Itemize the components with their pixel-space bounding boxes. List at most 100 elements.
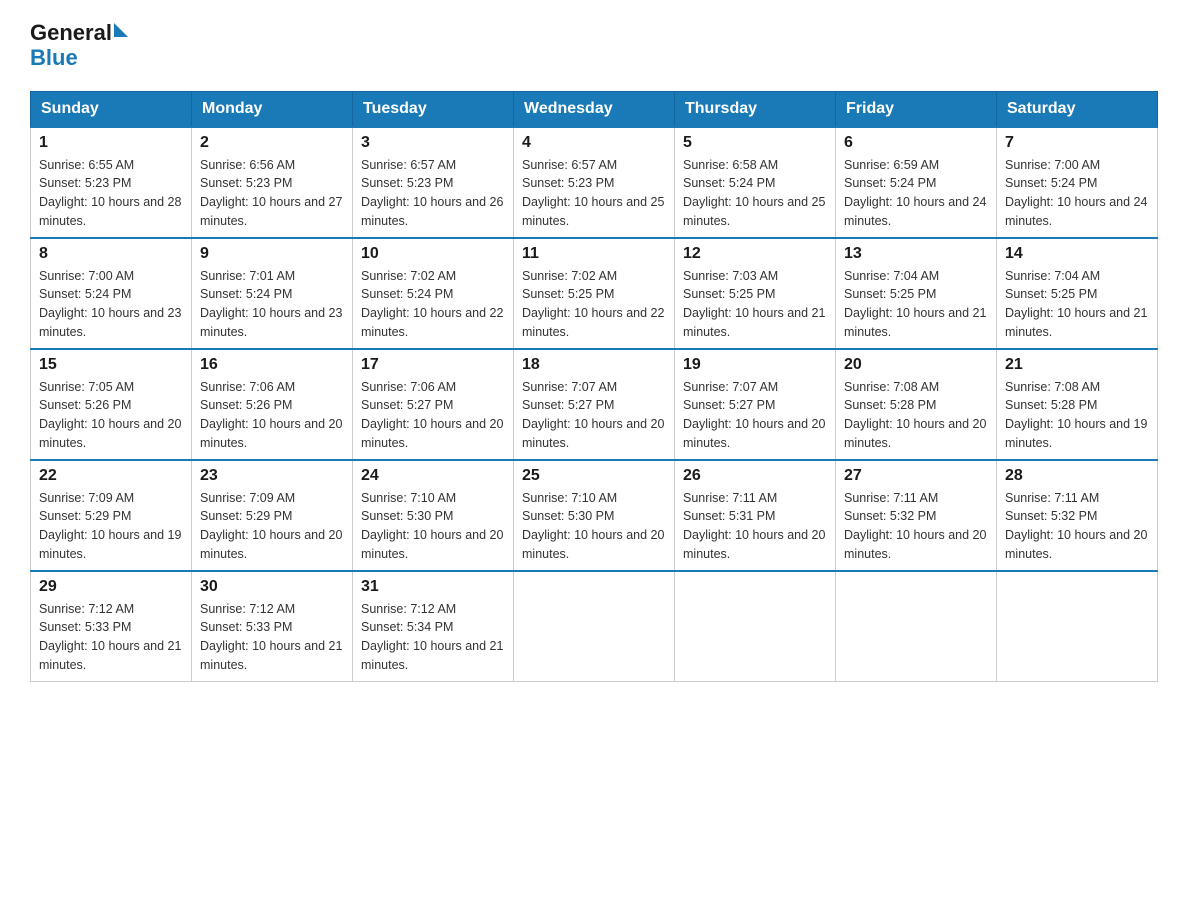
- col-header-tuesday: Tuesday: [353, 91, 514, 127]
- day-number: 8: [39, 245, 183, 263]
- day-info: Sunrise: 7:09 AMSunset: 5:29 PMDaylight:…: [39, 489, 183, 564]
- day-cell-24: 24Sunrise: 7:10 AMSunset: 5:30 PMDayligh…: [353, 460, 514, 571]
- day-number: 20: [844, 356, 988, 374]
- day-cell-4: 4 Sunrise: 6:57 AMSunset: 5:23 PMDaylight…: [514, 127, 675, 238]
- day-number: 13: [844, 245, 988, 263]
- day-info: Sunrise: 7:03 AMSunset: 5:25 PMDaylight:…: [683, 267, 827, 342]
- empty-cell: [514, 571, 675, 682]
- day-number: 31: [361, 578, 505, 596]
- day-info: Sunrise: 7:08 AMSunset: 5:28 PMDaylight:…: [844, 378, 988, 453]
- day-cell-13: 13 Sunrise: 7:04 AMSunset: 5:25 PMDayligh…: [836, 238, 997, 349]
- day-info: Sunrise: 7:06 AMSunset: 5:27 PMDaylight:…: [361, 378, 505, 453]
- day-number: 5: [683, 134, 827, 152]
- day-info: Sunrise: 6:56 AMSunset: 5:23 PMDaylight:…: [200, 156, 344, 231]
- day-number: 28: [1005, 467, 1149, 485]
- page-header: General Blue: [30, 20, 1158, 71]
- day-cell-29: 29 Sunrise: 7:12 AMSunset: 5:33 PMDayligh…: [31, 571, 192, 682]
- day-number: 1: [39, 134, 183, 152]
- day-number: 19: [683, 356, 827, 374]
- day-info: Sunrise: 7:05 AMSunset: 5:26 PMDaylight:…: [39, 378, 183, 453]
- day-info: Sunrise: 7:00 AMSunset: 5:24 PMDaylight:…: [1005, 156, 1149, 231]
- day-cell-22: 22 Sunrise: 7:09 AMSunset: 5:29 PMDayligh…: [31, 460, 192, 571]
- day-info: Sunrise: 7:07 AMSunset: 5:27 PMDaylight:…: [522, 378, 666, 453]
- day-info: Sunrise: 6:59 AMSunset: 5:24 PMDaylight:…: [844, 156, 988, 231]
- day-number: 11: [522, 245, 666, 263]
- day-number: 30: [200, 578, 344, 596]
- day-cell-8: 8 Sunrise: 7:00 AMSunset: 5:24 PMDaylight…: [31, 238, 192, 349]
- week-row-1: 1 Sunrise: 6:55 AMSunset: 5:23 PMDaylight…: [31, 127, 1158, 238]
- day-number: 4: [522, 134, 666, 152]
- day-number: 16: [200, 356, 344, 374]
- day-info: Sunrise: 6:57 AMSunset: 5:23 PMDaylight:…: [522, 156, 666, 231]
- day-info: Sunrise: 7:02 AMSunset: 5:25 PMDaylight:…: [522, 267, 666, 342]
- empty-cell: [997, 571, 1158, 682]
- week-row-4: 22 Sunrise: 7:09 AMSunset: 5:29 PMDayligh…: [31, 460, 1158, 571]
- col-header-monday: Monday: [192, 91, 353, 127]
- day-cell-7: 7 Sunrise: 7:00 AMSunset: 5:24 PMDaylight…: [997, 127, 1158, 238]
- logo-blue: Blue: [30, 45, 128, 70]
- day-info: Sunrise: 7:12 AMSunset: 5:33 PMDaylight:…: [200, 600, 344, 675]
- day-info: Sunrise: 7:02 AMSunset: 5:24 PMDaylight:…: [361, 267, 505, 342]
- day-number: 3: [361, 134, 505, 152]
- day-number: 27: [844, 467, 988, 485]
- day-number: 7: [1005, 134, 1149, 152]
- day-info: Sunrise: 7:04 AMSunset: 5:25 PMDaylight:…: [844, 267, 988, 342]
- day-number: 14: [1005, 245, 1149, 263]
- col-header-friday: Friday: [836, 91, 997, 127]
- day-cell-14: 14 Sunrise: 7:04 AMSunset: 5:25 PMDayligh…: [997, 238, 1158, 349]
- day-info: Sunrise: 7:09 AMSunset: 5:29 PMDaylight:…: [200, 489, 344, 564]
- day-cell-18: 18Sunrise: 7:07 AMSunset: 5:27 PMDayligh…: [514, 349, 675, 460]
- empty-cell: [836, 571, 997, 682]
- day-info: Sunrise: 7:11 AMSunset: 5:31 PMDaylight:…: [683, 489, 827, 564]
- day-info: Sunrise: 7:00 AMSunset: 5:24 PMDaylight:…: [39, 267, 183, 342]
- day-info: Sunrise: 7:12 AMSunset: 5:34 PMDaylight:…: [361, 600, 505, 675]
- day-cell-21: 21 Sunrise: 7:08 AMSunset: 5:28 PMDayligh…: [997, 349, 1158, 460]
- day-number: 22: [39, 467, 183, 485]
- day-info: Sunrise: 6:57 AMSunset: 5:23 PMDaylight:…: [361, 156, 505, 231]
- day-info: Sunrise: 7:06 AMSunset: 5:26 PMDaylight:…: [200, 378, 344, 453]
- week-row-3: 15 Sunrise: 7:05 AMSunset: 5:26 PMDayligh…: [31, 349, 1158, 460]
- day-number: 15: [39, 356, 183, 374]
- day-cell-9: 9 Sunrise: 7:01 AMSunset: 5:24 PMDaylight…: [192, 238, 353, 349]
- day-number: 17: [361, 356, 505, 374]
- day-number: 21: [1005, 356, 1149, 374]
- day-cell-11: 11 Sunrise: 7:02 AMSunset: 5:25 PMDayligh…: [514, 238, 675, 349]
- col-header-sunday: Sunday: [31, 91, 192, 127]
- calendar-table: SundayMondayTuesdayWednesdayThursdayFrid…: [30, 91, 1158, 682]
- day-number: 10: [361, 245, 505, 263]
- day-number: 24: [361, 467, 505, 485]
- day-number: 2: [200, 134, 344, 152]
- col-header-saturday: Saturday: [997, 91, 1158, 127]
- day-number: 23: [200, 467, 344, 485]
- day-number: 12: [683, 245, 827, 263]
- col-header-thursday: Thursday: [675, 91, 836, 127]
- day-cell-3: 3 Sunrise: 6:57 AMSunset: 5:23 PMDaylight…: [353, 127, 514, 238]
- day-number: 6: [844, 134, 988, 152]
- day-info: Sunrise: 7:12 AMSunset: 5:33 PMDaylight:…: [39, 600, 183, 675]
- day-cell-1: 1 Sunrise: 6:55 AMSunset: 5:23 PMDaylight…: [31, 127, 192, 238]
- day-number: 25: [522, 467, 666, 485]
- day-cell-17: 17 Sunrise: 7:06 AMSunset: 5:27 PMDayligh…: [353, 349, 514, 460]
- day-number: 29: [39, 578, 183, 596]
- day-info: Sunrise: 7:11 AMSunset: 5:32 PMDaylight:…: [844, 489, 988, 564]
- day-number: 9: [200, 245, 344, 263]
- logo-general: General: [30, 20, 112, 45]
- day-cell-12: 12 Sunrise: 7:03 AMSunset: 5:25 PMDayligh…: [675, 238, 836, 349]
- day-cell-10: 10 Sunrise: 7:02 AMSunset: 5:24 PMDayligh…: [353, 238, 514, 349]
- day-cell-2: 2 Sunrise: 6:56 AMSunset: 5:23 PMDaylight…: [192, 127, 353, 238]
- logo-triangle-icon: [114, 23, 128, 37]
- day-info: Sunrise: 6:58 AMSunset: 5:24 PMDaylight:…: [683, 156, 827, 231]
- day-info: Sunrise: 7:01 AMSunset: 5:24 PMDaylight:…: [200, 267, 344, 342]
- day-cell-15: 15 Sunrise: 7:05 AMSunset: 5:26 PMDayligh…: [31, 349, 192, 460]
- day-info: Sunrise: 7:08 AMSunset: 5:28 PMDaylight:…: [1005, 378, 1149, 453]
- day-info: Sunrise: 7:07 AMSunset: 5:27 PMDaylight:…: [683, 378, 827, 453]
- col-header-wednesday: Wednesday: [514, 91, 675, 127]
- day-info: Sunrise: 7:04 AMSunset: 5:25 PMDaylight:…: [1005, 267, 1149, 342]
- day-info: Sunrise: 6:55 AMSunset: 5:23 PMDaylight:…: [39, 156, 183, 231]
- day-cell-19: 19 Sunrise: 7:07 AMSunset: 5:27 PMDayligh…: [675, 349, 836, 460]
- day-cell-25: 25Sunrise: 7:10 AMSunset: 5:30 PMDayligh…: [514, 460, 675, 571]
- calendar-header-row: SundayMondayTuesdayWednesdayThursdayFrid…: [31, 91, 1158, 127]
- day-info: Sunrise: 7:11 AMSunset: 5:32 PMDaylight:…: [1005, 489, 1149, 564]
- week-row-5: 29 Sunrise: 7:12 AMSunset: 5:33 PMDayligh…: [31, 571, 1158, 682]
- day-cell-23: 23 Sunrise: 7:09 AMSunset: 5:29 PMDayligh…: [192, 460, 353, 571]
